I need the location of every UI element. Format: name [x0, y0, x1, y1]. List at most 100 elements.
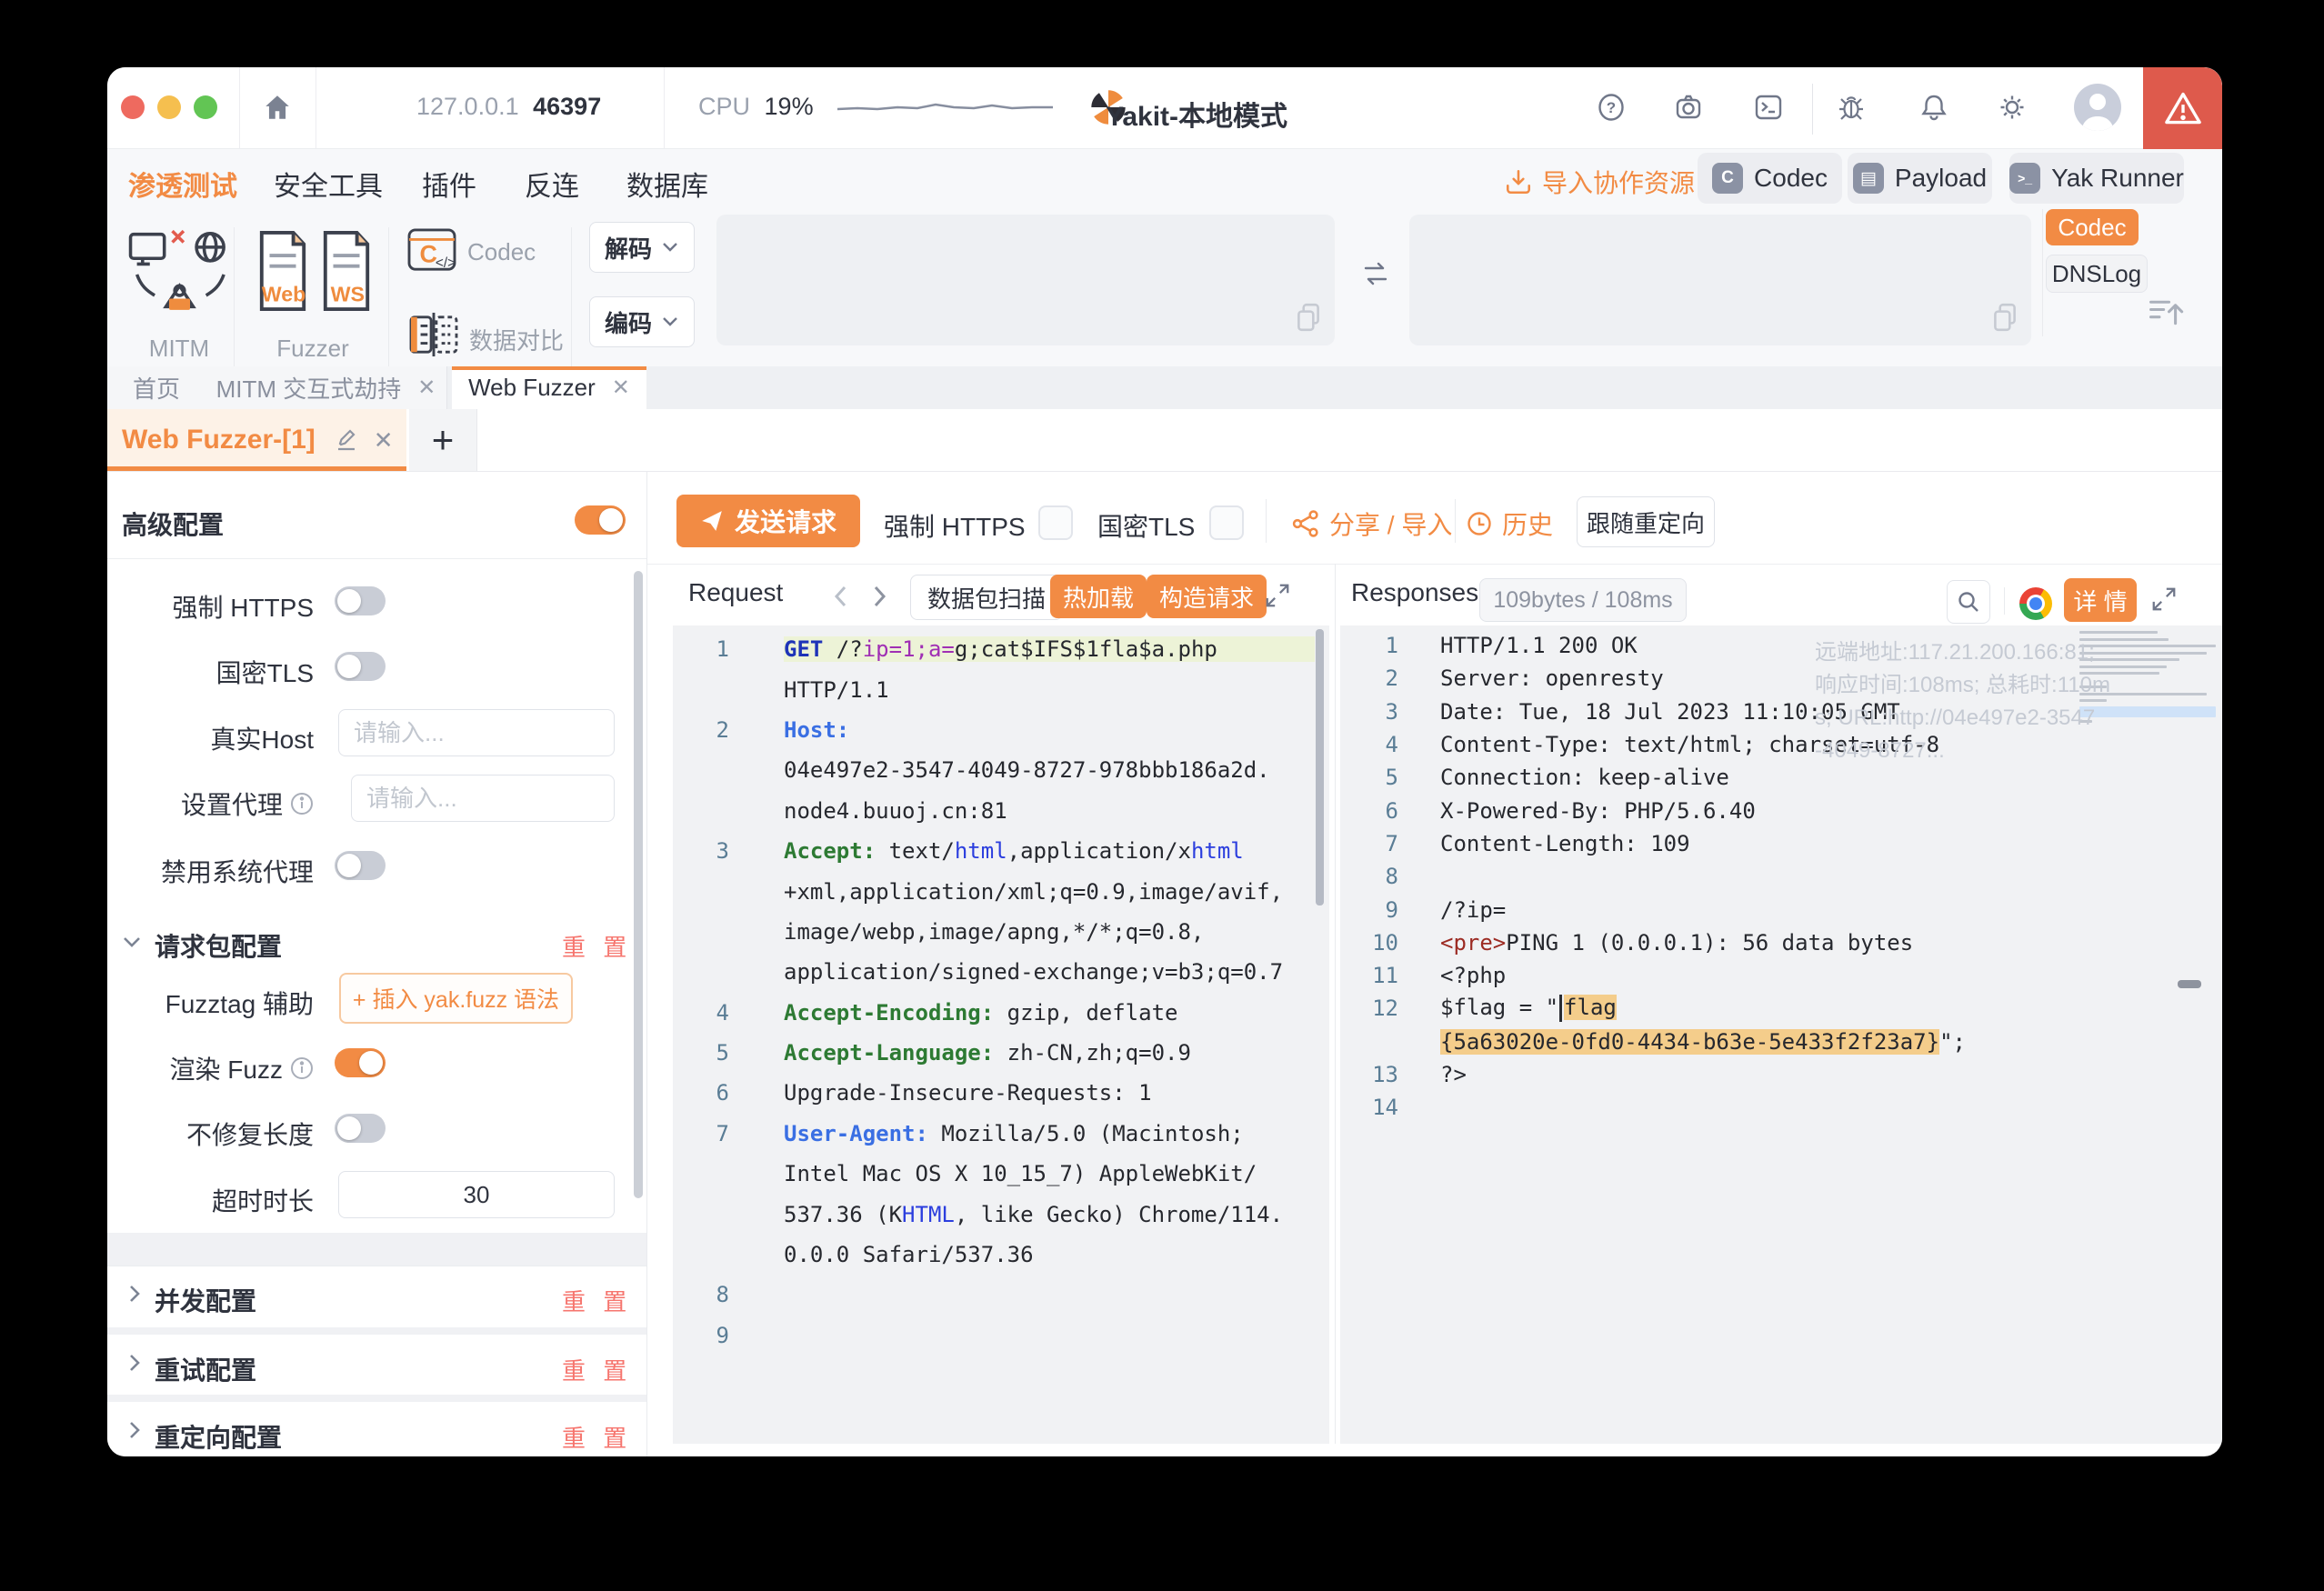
share-import-link[interactable]: 分享 / 导入 — [1291, 505, 1452, 542]
menu-item-reverse[interactable]: 反连 — [525, 164, 579, 204]
dnslog-rail-tab[interactable]: DNSLog — [2046, 255, 2148, 293]
timeout-input[interactable] — [338, 1171, 615, 1218]
tab-web-fuzzer[interactable]: Web Fuzzer ✕ — [452, 366, 646, 409]
traffic-light-zoom[interactable] — [194, 95, 217, 119]
prev-request-icon[interactable] — [832, 584, 850, 609]
collapse-sort-icon[interactable] — [2148, 296, 2184, 329]
data-compare-tool[interactable] — [409, 312, 458, 357]
alert-button[interactable] — [2143, 67, 2222, 149]
traffic-light-minimize[interactable] — [157, 95, 181, 119]
menu-item-database[interactable]: 数据库 — [626, 164, 708, 204]
follow-redirect-label: 跟随重定向 — [1587, 505, 1705, 539]
code-row: 9/?ip= — [1346, 893, 2073, 926]
svg-text:WS: WS — [331, 282, 365, 305]
traffic-light-close[interactable] — [121, 95, 145, 119]
redirect-reset[interactable]: 重 置 — [562, 1420, 632, 1454]
payload-button[interactable]: ▤ Payload — [1848, 153, 1992, 204]
code-row: 2Host: — [673, 710, 1315, 750]
real-host-input[interactable] — [338, 709, 615, 756]
codec-rail-tab[interactable]: Codec — [2046, 209, 2139, 245]
history-link[interactable]: 历史 — [1466, 505, 1553, 542]
info-icon[interactable] — [290, 792, 314, 816]
close-icon[interactable]: ✕ — [612, 375, 630, 401]
retry-reset[interactable]: 重 置 — [562, 1353, 632, 1386]
ws-fuzzer-tool[interactable]: WS — [320, 229, 373, 313]
tab-home[interactable]: 首页 — [107, 366, 206, 409]
request-scrollbar[interactable] — [1316, 629, 1324, 906]
close-icon[interactable]: ✕ — [417, 375, 436, 401]
menu-item-sectools[interactable]: 安全工具 — [274, 164, 383, 204]
no-fix-length-label: 不修复长度 — [107, 1116, 314, 1152]
copy-icon[interactable] — [1295, 302, 1322, 333]
build-request-button[interactable]: 构造请求 — [1147, 575, 1267, 618]
decode-dropdown[interactable]: 解码 — [589, 222, 695, 273]
copy-icon[interactable] — [1991, 302, 2018, 333]
advanced-config-toggle[interactable] — [575, 505, 626, 535]
edit-pencil-icon[interactable] — [336, 428, 359, 452]
sidebar-scrollbar[interactable] — [634, 571, 643, 1198]
screenshot-icon[interactable] — [1673, 92, 1704, 123]
info-icon[interactable] — [290, 1056, 314, 1080]
gmtls-option-label: 国密TLS — [1097, 507, 1195, 544]
cpu-label: CPU — [698, 93, 750, 120]
codec-output-area[interactable] — [1409, 215, 2031, 345]
chevron-down-icon[interactable] — [122, 935, 142, 949]
help-icon[interactable]: ? — [1596, 92, 1627, 123]
code-row: 1GET /?ip=1;a=g;cat$IFS$1fla$a.php — [673, 629, 1315, 669]
web-fuzzer-tool[interactable]: Web — [256, 229, 309, 313]
swap-icon[interactable] — [1360, 258, 1391, 289]
insert-f​uzz-button[interactable]: + 插入 yak.fuzz 语法 — [339, 973, 573, 1024]
search-button[interactable] — [1947, 580, 1990, 624]
expand-icon[interactable] — [1264, 582, 1291, 609]
menu-item-pentest[interactable]: 渗透测试 — [128, 164, 237, 204]
disable-sys-proxy-toggle[interactable] — [335, 851, 386, 880]
concurrency-reset[interactable]: 重 置 — [562, 1284, 632, 1317]
avatar[interactable] — [2074, 84, 2121, 131]
hot-reload-button[interactable]: 热加载 — [1050, 575, 1147, 618]
mitm-tool[interactable] — [127, 227, 232, 314]
request-config-label[interactable]: 请求包配置 — [155, 927, 282, 964]
code-row: 11<?php — [1346, 959, 2073, 992]
force-https-checkbox[interactable] — [1038, 505, 1073, 540]
bell-icon[interactable] — [1918, 92, 1949, 123]
code-row: 4Accept-Encoding: gzip, deflate — [673, 993, 1315, 1033]
no-fix-length-toggle[interactable] — [335, 1114, 386, 1143]
settings-gear-icon[interactable] — [1997, 92, 2028, 123]
bug-icon[interactable] — [1836, 92, 1867, 123]
home-icon[interactable] — [262, 92, 293, 123]
expand-icon[interactable] — [2150, 585, 2178, 613]
proxy-input[interactable] — [351, 775, 615, 822]
chevron-right-icon — [127, 1420, 142, 1440]
history-label: 历史 — [1502, 505, 1553, 542]
terminal-icon[interactable] — [1753, 92, 1784, 123]
share-import-label: 分享 / 导入 — [1329, 505, 1452, 542]
force-https-toggle[interactable] — [335, 586, 386, 615]
close-icon[interactable]: ✕ — [374, 426, 394, 455]
detail-button[interactable]: 详 情 — [2064, 578, 2137, 622]
chrome-icon[interactable] — [2019, 587, 2052, 620]
menu-item-plugins[interactable]: 插件 — [422, 164, 476, 204]
yak-runner-button[interactable]: >_ Yak Runner — [2009, 153, 2184, 204]
send-request-button[interactable]: 发送请求 — [676, 495, 860, 547]
codec-input-area[interactable] — [716, 215, 1335, 345]
codec-button[interactable]: C Codec — [1698, 153, 1842, 204]
chevron-down-icon — [661, 315, 679, 328]
import-collab-link[interactable]: 导入协作资源 — [1504, 164, 1695, 200]
code-row: HTTP/1.1 — [673, 669, 1315, 709]
follow-redirect-button[interactable]: 跟随重定向 — [1577, 496, 1715, 547]
render-fuzz-toggle[interactable] — [335, 1048, 386, 1077]
minimap-slider[interactable] — [2178, 980, 2201, 988]
tab-mitm[interactable]: MITM 交互式劫持 ✕ — [205, 366, 447, 409]
gmtls-checkbox[interactable] — [1209, 505, 1244, 540]
add-fuzzer-tab-button[interactable]: + — [409, 409, 477, 471]
codec-tool[interactable]: C </> — [407, 227, 456, 273]
request-config-reset[interactable]: 重 置 — [562, 929, 632, 963]
next-request-icon[interactable] — [870, 584, 888, 609]
packet-scan-button[interactable]: 数据包扫描 — [910, 575, 1063, 620]
minimap[interactable] — [2079, 631, 2219, 795]
gmtls-toggle[interactable] — [335, 652, 386, 681]
subtab-web-fuzzer-1[interactable]: Web Fuzzer-[1] ✕ — [107, 409, 406, 471]
response-stats-badge: 109bytes / 108ms — [1479, 578, 1687, 622]
window-title: Yakit-本地模式 — [1106, 94, 1287, 134]
encode-dropdown[interactable]: 编码 — [589, 296, 695, 347]
